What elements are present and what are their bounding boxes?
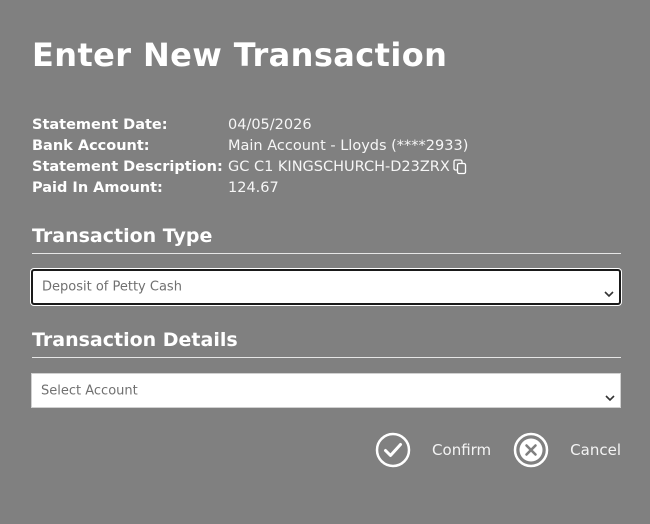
chevron-down-icon: [605, 387, 615, 401]
statement-description-value: GC C1 KINGSCHURCH-D23ZRX: [228, 159, 467, 175]
cancel-label: Cancel: [570, 441, 621, 459]
bank-account-row: Bank Account: Main Account - Lloyds (***…: [32, 135, 592, 156]
statement-description-row: Statement Description: GC C1 KINGSCHURCH…: [32, 156, 592, 177]
page-title: Enter New Transaction: [32, 36, 448, 74]
enter-transaction-dialog: Enter New Transaction Statement Date: 04…: [0, 0, 650, 524]
bank-account-value: Main Account - Lloyds (****2933): [228, 137, 469, 154]
check-circle-icon: [375, 432, 411, 468]
transaction-type-select[interactable]: Deposit of Petty Cash: [31, 269, 621, 305]
transaction-type-heading: Transaction Type: [32, 225, 621, 254]
cancel-button[interactable]: Cancel: [513, 432, 621, 468]
paid-in-amount-label: Paid In Amount:: [32, 179, 163, 196]
bank-account-label: Bank Account:: [32, 137, 150, 154]
transaction-type-selected-value: Deposit of Petty Cash: [42, 279, 182, 295]
confirm-button[interactable]: Confirm: [375, 432, 491, 468]
paid-in-amount-value: 124.67: [228, 179, 279, 196]
statement-description-label: Statement Description:: [32, 158, 223, 175]
confirm-label: Confirm: [432, 441, 492, 459]
chevron-down-icon: [604, 283, 614, 298]
transaction-details-heading: Transaction Details: [32, 329, 621, 358]
statement-date-label: Statement Date:: [32, 116, 168, 133]
statement-date-value: 04/05/2026: [228, 116, 312, 133]
statement-info: Statement Date: 04/05/2026 Bank Account:…: [32, 114, 592, 198]
account-select-placeholder: Select Account: [41, 383, 138, 398]
account-select[interactable]: Select Account: [31, 373, 621, 408]
statement-description-text: GC C1 KINGSCHURCH-D23ZRX: [228, 158, 450, 175]
x-circle-icon: [513, 432, 549, 468]
copy-icon[interactable]: [453, 158, 467, 175]
dialog-actions: Confirm Cancel: [375, 432, 621, 468]
paid-in-amount-row: Paid In Amount: 124.67: [32, 177, 592, 198]
statement-date-row: Statement Date: 04/05/2026: [32, 114, 592, 135]
